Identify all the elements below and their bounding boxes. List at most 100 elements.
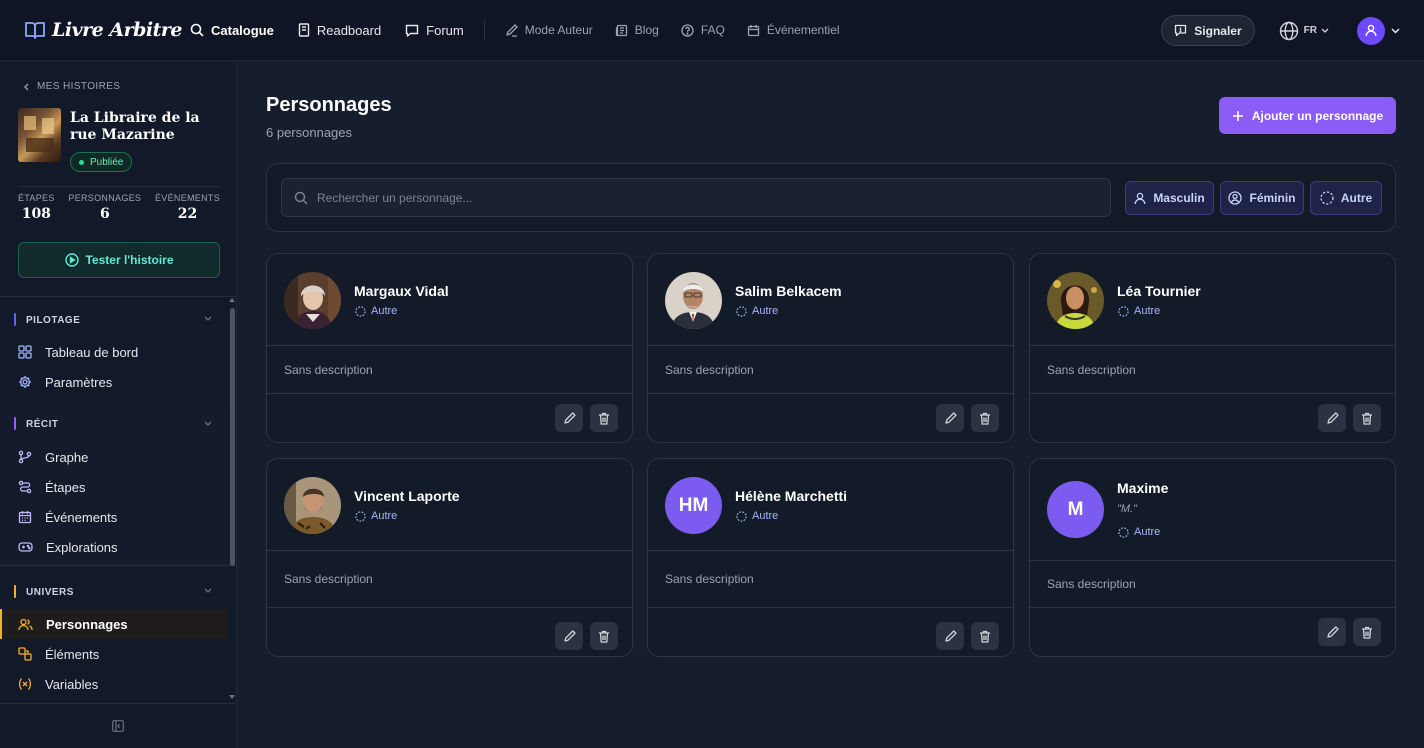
- sidebar-item-label: Événements: [45, 509, 118, 525]
- delete-button[interactable]: [971, 404, 999, 432]
- stat-personnages: PERSONNAGES 6: [68, 193, 141, 222]
- sidebar-item-elements[interactable]: Éléments: [0, 639, 230, 669]
- character-card[interactable]: Léa Tournier Autre Sans description: [1029, 253, 1396, 443]
- stat-label: ÉVÉNEMENTS: [154, 193, 220, 203]
- sidebar-collapse-button[interactable]: [0, 703, 236, 748]
- nav-forum[interactable]: Forum: [405, 23, 464, 38]
- filter-autre[interactable]: Autre: [1310, 181, 1382, 215]
- nav-blog[interactable]: Blog: [615, 23, 659, 37]
- character-avatar-initials: M: [1047, 481, 1104, 538]
- edit-button[interactable]: [1318, 404, 1346, 432]
- scroll-down-arrow[interactable]: [229, 695, 235, 699]
- sidebar-item-label: Éléments: [45, 646, 100, 662]
- edit-button[interactable]: [555, 404, 583, 432]
- test-story-button[interactable]: Tester l'histoire: [18, 242, 220, 278]
- nav-faq[interactable]: FAQ: [681, 23, 725, 37]
- sidebar-item-explorations[interactable]: Explorations: [0, 532, 230, 562]
- section-header-univers[interactable]: UNIVERS: [0, 580, 230, 604]
- trash-icon: [599, 412, 609, 425]
- delete-button[interactable]: [590, 622, 618, 650]
- trash-icon: [1362, 626, 1372, 639]
- section-header-recit[interactable]: RÉCIT: [0, 408, 230, 440]
- character-name: Hélène Marchetti: [735, 488, 848, 504]
- filter-label: Féminin: [1249, 191, 1296, 205]
- card-actions: [1030, 394, 1395, 442]
- calendar-icon: [18, 511, 32, 524]
- pencil-icon: [944, 411, 957, 424]
- character-card[interactable]: Vincent Laporte Autre Sans description: [266, 458, 633, 657]
- add-character-label: Ajouter un personnage: [1251, 108, 1384, 123]
- edit-button[interactable]: [1318, 618, 1346, 646]
- sidebar-item-label: Personnages: [46, 616, 128, 632]
- story-cover-image: [18, 108, 61, 162]
- delete-button[interactable]: [1353, 618, 1381, 646]
- sidebar-item-graphe[interactable]: Graphe: [0, 442, 230, 472]
- character-avatar: [284, 477, 341, 534]
- filter-feminin[interactable]: Féminin: [1220, 181, 1304, 215]
- nav-mode-auteur[interactable]: Mode Auteur: [505, 23, 593, 37]
- back-to-stories-link[interactable]: MES HISTOIRES: [24, 81, 120, 92]
- delete-button[interactable]: [971, 622, 999, 650]
- scroll-thumb[interactable]: [230, 308, 235, 566]
- character-description: Sans description: [1030, 561, 1395, 608]
- nav-faq-label: FAQ: [700, 23, 725, 37]
- chat-bubble-icon: [405, 24, 419, 37]
- filter-masculin[interactable]: Masculin: [1125, 181, 1214, 215]
- search-input[interactable]: [317, 190, 1097, 205]
- test-story-label: Tester l'histoire: [85, 253, 174, 267]
- nav-readboard[interactable]: Readboard: [298, 23, 381, 38]
- trash-icon: [1362, 412, 1372, 425]
- sidebar-item-personnages[interactable]: Personnages: [0, 609, 227, 639]
- character-card[interactable]: M Maxime "M." Autre Sans description: [1029, 458, 1396, 657]
- calendar-icon: [747, 24, 759, 36]
- card-header: Salim Belkacem Autre: [648, 254, 1013, 346]
- stat-label: PERSONNAGES: [68, 193, 142, 203]
- character-nickname: "M.": [1117, 503, 1138, 515]
- report-button[interactable]: Signaler: [1161, 15, 1255, 46]
- section-pilotage: PILOTAGE Tableau de bord Paramètres: [0, 308, 230, 397]
- character-card[interactable]: HM Hélène Marchetti Autre Sans descripti…: [647, 458, 1014, 657]
- sidebar-item-etapes[interactable]: Étapes: [0, 472, 230, 502]
- character-card[interactable]: Salim Belkacem Autre Sans description: [647, 253, 1014, 443]
- sidebar-scrollbar[interactable]: [229, 298, 235, 702]
- gender-tag: Autre: [736, 305, 778, 317]
- section-header-pilotage[interactable]: PILOTAGE: [0, 308, 230, 332]
- delete-button[interactable]: [1353, 404, 1381, 432]
- sidebar-item-label: Explorations: [46, 539, 118, 555]
- search-field[interactable]: [281, 178, 1111, 217]
- stat-etapes: ÉTAPES 108: [18, 193, 55, 222]
- language-selector[interactable]: FR: [1279, 21, 1329, 41]
- nav-evenementiel[interactable]: Événementiel: [747, 23, 840, 37]
- section-accent-bar: [14, 585, 16, 598]
- gender-label: Autre: [752, 305, 779, 317]
- flag-message-icon: [1175, 24, 1187, 37]
- sidebar-item-tableau-de-bord[interactable]: Tableau de bord: [0, 337, 230, 367]
- nav-forum-label: Forum: [426, 22, 464, 38]
- nav-right: Signaler FR: [1161, 0, 1400, 61]
- chevron-down-icon: [1391, 27, 1400, 34]
- card-actions: [648, 394, 1013, 442]
- user-menu[interactable]: [1357, 16, 1400, 45]
- logo[interactable]: Livre Arbitre: [24, 19, 182, 41]
- sidebar-item-parametres[interactable]: Paramètres: [0, 367, 230, 397]
- sidebar-item-variables[interactable]: Variables: [0, 669, 230, 699]
- edit-button[interactable]: [555, 622, 583, 650]
- character-description: Sans description: [267, 551, 632, 608]
- delete-button[interactable]: [590, 404, 618, 432]
- sidebar-item-label: Paramètres: [45, 374, 113, 390]
- pencil-icon: [563, 629, 576, 642]
- nav-catalogue[interactable]: Catalogue: [190, 23, 274, 38]
- nav-evenementiel-label: Événementiel: [766, 23, 840, 37]
- chevron-left-icon: [24, 83, 29, 90]
- newspaper-icon: [615, 24, 627, 36]
- scroll-up-arrow[interactable]: [229, 298, 235, 302]
- sidebar-item-evenements[interactable]: Événements: [0, 502, 230, 532]
- sidebar-collapse-icon: [112, 720, 124, 732]
- help-circle-icon: [681, 23, 694, 37]
- add-character-button[interactable]: Ajouter un personnage: [1219, 97, 1396, 134]
- trash-icon: [980, 412, 990, 425]
- character-card[interactable]: Margaux Vidal Autre Sans description: [266, 253, 633, 443]
- edit-button[interactable]: [936, 622, 964, 650]
- edit-button[interactable]: [936, 404, 964, 432]
